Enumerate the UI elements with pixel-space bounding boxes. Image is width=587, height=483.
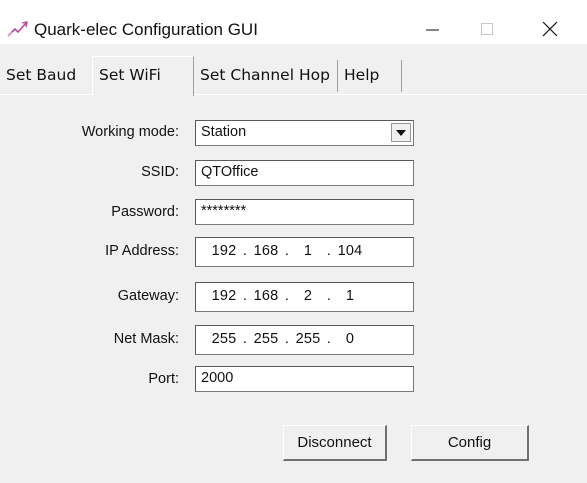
tab-label: Set Baud [6, 66, 77, 84]
tab-set-wifi[interactable]: Set WiFi [92, 56, 194, 96]
tab-label: Set WiFi [99, 66, 161, 84]
ip-octet: 168 [253, 288, 279, 304]
ip-octet: 104 [337, 243, 363, 259]
password-field[interactable]: ******** [195, 199, 414, 225]
minimize-icon [426, 29, 439, 31]
ip-address-field[interactable]: 192. 168. 1. 104 [195, 237, 414, 267]
ip-octet: 1 [303, 243, 313, 259]
ip-dot: . [242, 331, 248, 347]
ip-octet: 255 [211, 331, 237, 347]
tab-set-baud[interactable]: Set Baud [0, 60, 92, 92]
tab-set-channel-hop[interactable]: Set Channel Hop [194, 60, 338, 92]
close-button[interactable] [532, 14, 568, 44]
working-mode-select[interactable]: Station [195, 120, 414, 146]
ip-dot: . [242, 288, 248, 304]
working-mode-value: Station [201, 124, 247, 140]
port-field[interactable]: 2000 [195, 366, 414, 392]
close-icon [542, 21, 558, 37]
ip-dot: . [242, 243, 248, 259]
ip-dot: . [326, 331, 332, 347]
maximize-icon [481, 23, 493, 35]
net-mask-label: Net Mask: [113, 331, 179, 347]
ip-dot: . [284, 331, 290, 347]
gateway-label: Gateway: [117, 288, 179, 304]
ssid-label: SSID: [141, 164, 179, 180]
ssid-value: QTOffice [201, 164, 259, 180]
ip-octet: 192 [211, 288, 237, 304]
disconnect-button[interactable]: Disconnect [283, 425, 387, 461]
tab-help[interactable]: Help [338, 60, 402, 92]
chevron-down-icon[interactable] [391, 123, 411, 142]
ip-dot: . [284, 288, 290, 304]
net-mask-field[interactable]: 255. 255. 255. 0 [195, 325, 414, 355]
ip-octet: 1 [345, 288, 355, 304]
tab-label: Help [344, 66, 380, 84]
ip-octet: 168 [253, 243, 279, 259]
tab-label: Set Channel Hop [200, 66, 330, 84]
password-label: Password: [111, 204, 179, 220]
ip-octet: 255 [295, 331, 321, 347]
ip-octet: 0 [345, 331, 355, 347]
working-mode-label: Working mode: [81, 124, 179, 140]
minimize-button[interactable] [418, 14, 448, 44]
maximize-button[interactable] [472, 14, 502, 44]
ip-dot: . [326, 243, 332, 259]
gateway-field[interactable]: 192. 168. 2. 1 [195, 282, 414, 312]
ip-dot: . [284, 243, 290, 259]
tab-strip: Set Baud Set WiFi Set Channel Hop Help [0, 56, 587, 96]
app-window: Quark-elec Configuration GUI Set Baud Se… [0, 0, 587, 483]
ip-dot: . [326, 288, 332, 304]
ip-octet: 255 [253, 331, 279, 347]
window-title: Quark-elec Configuration GUI [34, 20, 258, 39]
app-logo-icon [7, 21, 28, 37]
port-value: 2000 [201, 370, 234, 386]
ssid-field[interactable]: QTOffice [195, 160, 414, 186]
ip-octet: 2 [303, 288, 313, 304]
ip-address-label: IP Address: [105, 243, 179, 259]
port-label: Port: [148, 371, 179, 387]
ip-octet: 192 [211, 243, 237, 259]
password-value: ******** [201, 203, 247, 219]
config-button[interactable]: Config [411, 425, 529, 461]
title-bar[interactable]: Quark-elec Configuration GUI [0, 0, 587, 44]
